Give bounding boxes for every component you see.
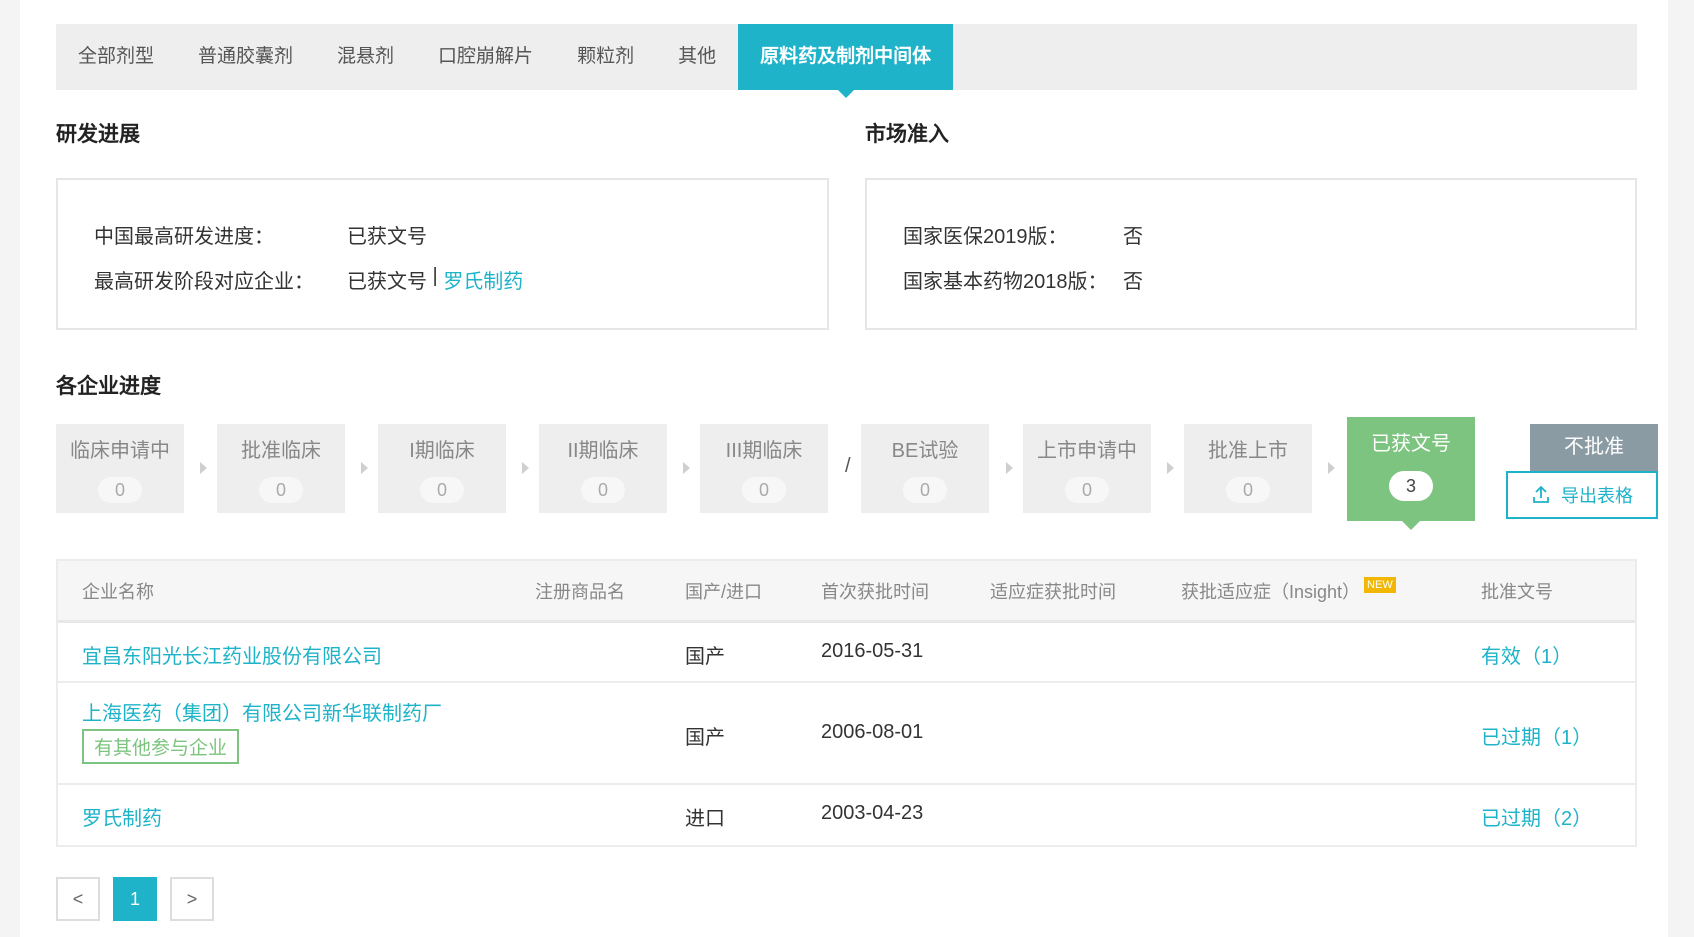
col-approval: 批准文号 xyxy=(1481,582,1553,602)
step-marketing-approved[interactable]: 批准上市 0 xyxy=(1184,424,1312,513)
market-row-2: 国家基本药物2018版： 否 xyxy=(903,265,1143,294)
market-title: 市场准入 xyxy=(865,123,949,146)
step-arrow-icon xyxy=(1006,462,1013,474)
market-box: 国家医保2019版： 否 国家基本药物2018版： 否 xyxy=(865,178,1637,330)
first-date-cell: 2016-05-31 xyxy=(821,640,924,662)
company-link[interactable]: 上海医药（集团）有限公司新华联制药厂 xyxy=(82,697,442,726)
export-table-button[interactable]: 导出表格 xyxy=(1506,471,1658,519)
step-label: 批准临床 xyxy=(241,440,321,462)
step-label: 批准上市 xyxy=(1208,440,1288,462)
rd-row-2-value: 已获文号 xyxy=(347,271,427,293)
col-origin: 国产/进口 xyxy=(685,582,763,602)
step-marketing-application[interactable]: 上市申请中 0 xyxy=(1023,424,1151,513)
table-header: 企业名称 注册商品名 国产/进口 首次获批时间 适应症获批时间 获批适应症（In… xyxy=(58,561,1635,623)
col-company: 企业名称 xyxy=(82,582,154,602)
market-row-1: 国家医保2019版： 否 xyxy=(903,220,1143,249)
rd-title: 研发进展 xyxy=(56,123,140,146)
origin-cell: 国产 xyxy=(685,646,725,668)
rd-row-1-key: 中国最高研发进度： xyxy=(94,226,274,248)
first-date-cell: 2006-08-01 xyxy=(821,721,924,743)
market-row-1-value: 否 xyxy=(1123,226,1143,248)
table-row: 宜昌东阳光长江药业股份有限公司 国产 2016-05-31 有效（1） xyxy=(58,623,1635,683)
step-clinical-approved[interactable]: 批准临床 0 xyxy=(217,424,345,513)
approval-link[interactable]: 有效（1） xyxy=(1481,640,1572,669)
page-1-button[interactable]: 1 xyxy=(113,877,157,921)
other-participants-tag[interactable]: 有其他参与企业 xyxy=(82,729,240,764)
step-label: 已获文号 xyxy=(1371,433,1451,455)
col-indication-label: 获批适应症（Insight） xyxy=(1181,582,1361,602)
step-count: 0 xyxy=(1226,477,1270,503)
step-slash: / xyxy=(845,455,851,477)
step-be-trial[interactable]: BE试验 0 xyxy=(861,424,989,513)
rd-box: 中国最高研发进度： 已获文号 最高研发阶段对应企业： 已获文号 | 罗氏制药 xyxy=(56,178,829,330)
company-link[interactable]: 宜昌东阳光长江药业股份有限公司 xyxy=(82,640,382,669)
tag-cell: 有其他参与企业 xyxy=(82,729,240,764)
col-indication: 获批适应症（Insight） NEW xyxy=(1181,561,1396,623)
step-label: BE试验 xyxy=(891,440,959,462)
tab-capsule[interactable]: 普通胶囊剂 xyxy=(176,24,315,90)
rd-row-2: 最高研发阶段对应企业： 已获文号 | 罗氏制药 xyxy=(94,265,523,294)
step-arrow-icon xyxy=(1167,462,1174,474)
tab-odt[interactable]: 口腔崩解片 xyxy=(416,24,555,90)
progress-title: 各企业进度 xyxy=(56,375,161,398)
step-approval-number[interactable]: 已获文号 3 xyxy=(1347,417,1475,530)
origin-cell: 国产 xyxy=(685,727,725,749)
rd-row-2-key: 最高研发阶段对应企业： xyxy=(94,271,314,293)
tab-granule[interactable]: 颗粒剂 xyxy=(555,24,656,90)
export-label: 导出表格 xyxy=(1561,486,1633,506)
market-row-1-key: 国家医保2019版： xyxy=(903,226,1068,248)
rd-row-1: 中国最高研发进度： 已获文号 xyxy=(94,220,427,249)
first-date-cell: 2003-04-23 xyxy=(821,802,924,824)
step-count: 0 xyxy=(259,477,303,503)
step-phase-3[interactable]: III期临床 0 xyxy=(700,424,828,513)
step-arrow-icon xyxy=(1328,462,1335,474)
step-phase-1[interactable]: I期临床 0 xyxy=(378,424,506,513)
new-badge: NEW xyxy=(1364,577,1396,593)
step-label: I期临床 xyxy=(409,440,475,462)
col-brand: 注册商品名 xyxy=(535,582,625,602)
step-arrow-icon xyxy=(683,462,690,474)
rd-row-1-value: 已获文号 xyxy=(347,226,427,248)
next-page-button[interactable]: > xyxy=(170,877,214,921)
tab-suspension[interactable]: 混悬剂 xyxy=(315,24,416,90)
step-arrow-icon xyxy=(361,462,368,474)
tab-other[interactable]: 其他 xyxy=(656,24,738,90)
export-icon xyxy=(1533,485,1549,503)
col-indication-date: 适应症获批时间 xyxy=(990,582,1116,602)
not-approved-button[interactable]: 不批准 xyxy=(1530,424,1658,471)
tab-api-intermediate[interactable]: 原料药及制剂中间体 xyxy=(738,24,954,98)
market-row-2-key: 国家基本药物2018版： xyxy=(903,271,1108,293)
step-label: 上市申请中 xyxy=(1037,440,1137,462)
step-arrow-icon xyxy=(522,462,529,474)
step-count: 3 xyxy=(1389,471,1433,501)
step-count: 0 xyxy=(742,477,786,503)
dosage-tabs: 全部剂型 普通胶囊剂 混悬剂 口腔崩解片 颗粒剂 其他 原料药及制剂中间体 xyxy=(56,24,1637,98)
step-label: 临床申请中 xyxy=(70,440,170,462)
step-count: 0 xyxy=(98,477,142,503)
rd-company-link[interactable]: 罗氏制药 xyxy=(443,265,523,294)
col-first-date: 首次获批时间 xyxy=(821,582,929,602)
step-count: 0 xyxy=(903,477,947,503)
step-clinical-application[interactable]: 临床申请中 0 xyxy=(56,424,184,513)
table-row: 上海医药（集团）有限公司新华联制药厂 有其他参与企业 国产 2006-08-01… xyxy=(58,683,1635,785)
tab-all[interactable]: 全部剂型 xyxy=(56,24,176,90)
step-arrow-icon xyxy=(200,462,207,474)
approval-link[interactable]: 已过期（1） xyxy=(1481,721,1592,750)
origin-cell: 进口 xyxy=(685,808,725,830)
step-count: 0 xyxy=(581,477,625,503)
approval-link[interactable]: 已过期（2） xyxy=(1481,802,1592,831)
step-label: III期临床 xyxy=(725,440,803,462)
company-link[interactable]: 罗氏制药 xyxy=(82,802,162,831)
market-row-2-value: 否 xyxy=(1123,271,1143,293)
rd-row-2-separator: | xyxy=(427,265,444,287)
prev-page-button[interactable]: < xyxy=(56,877,100,921)
company-table: 企业名称 注册商品名 国产/进口 首次获批时间 适应症获批时间 获批适应症（In… xyxy=(56,559,1637,847)
step-label: II期临床 xyxy=(567,440,639,462)
step-phase-2[interactable]: II期临床 0 xyxy=(539,424,667,513)
step-count: 0 xyxy=(420,477,464,503)
page: 全部剂型 普通胶囊剂 混悬剂 口腔崩解片 颗粒剂 其他 原料药及制剂中间体 研发… xyxy=(20,0,1668,937)
step-count: 0 xyxy=(1065,477,1109,503)
table-row: 罗氏制药 进口 2003-04-23 已过期（2） xyxy=(58,785,1635,845)
